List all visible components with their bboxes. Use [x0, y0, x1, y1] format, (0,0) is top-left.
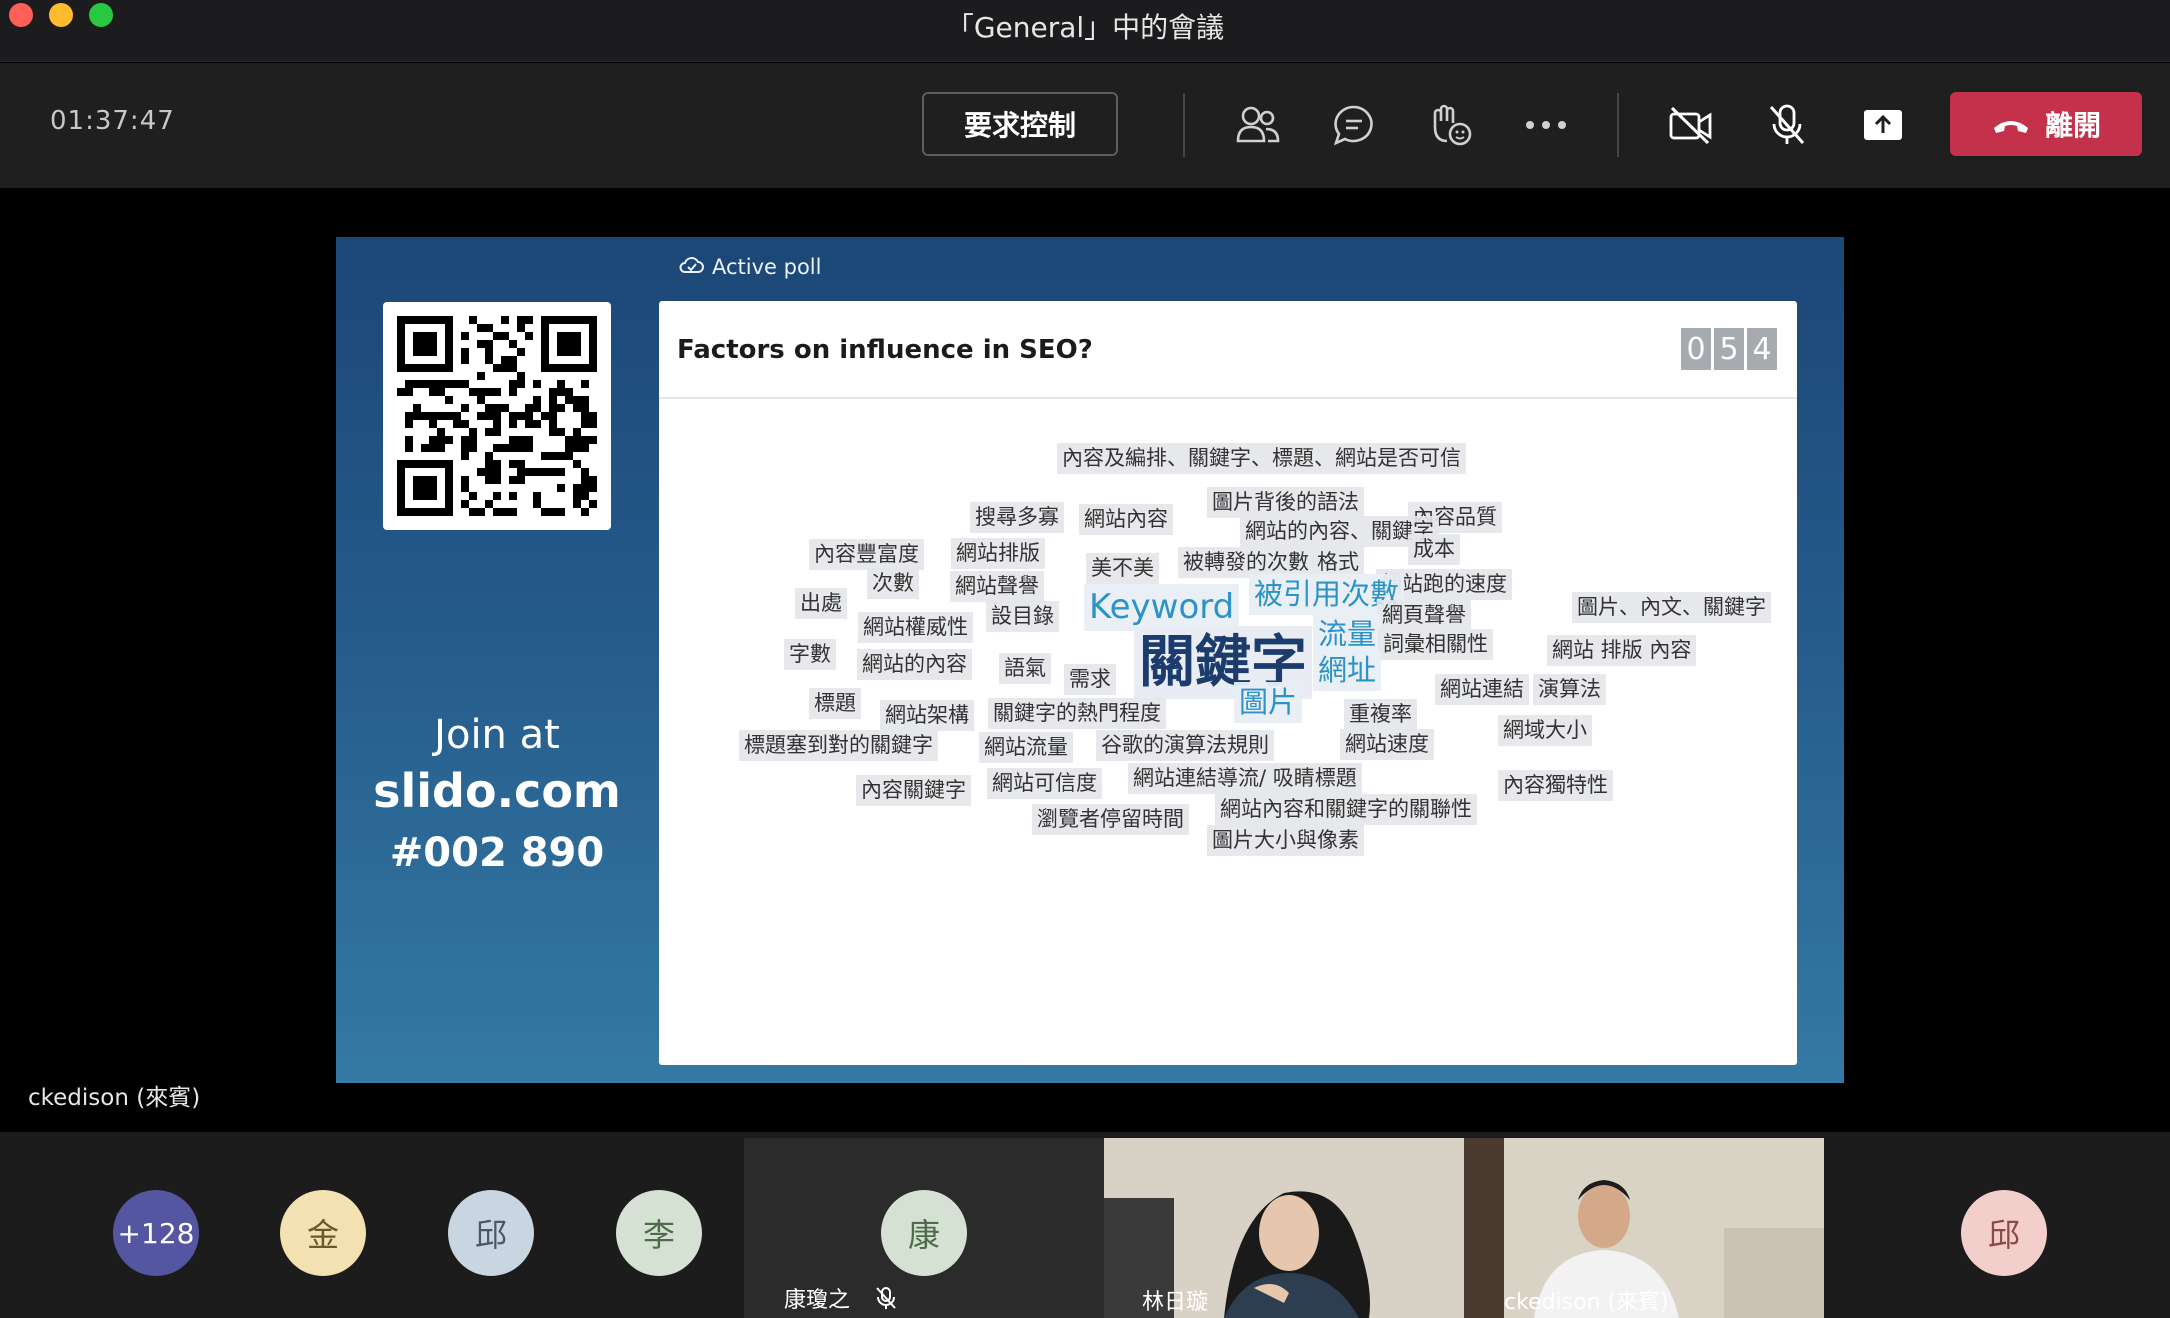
word-cloud-term: 詞彙相關性	[1378, 629, 1493, 661]
word-cloud-term: 圖片背後的語法	[1207, 487, 1364, 519]
camera-off-icon[interactable]	[1663, 97, 1719, 153]
word-cloud-term: 網站排版	[951, 538, 1045, 570]
participants-icon[interactable]	[1230, 97, 1286, 153]
join-url-text: slido.com	[373, 764, 621, 818]
word-cloud: 內容及編排、關鍵字、標題、網站是否可信 圖片背後的語法 搜尋多寡 網站內容 內容品質 網站…	[659, 301, 1797, 1065]
word-cloud-term: 內容及編排、關鍵字、標題、網站是否可信	[1057, 443, 1466, 475]
word-cloud-term: 網站連結導流/ 吸睛標題	[1128, 763, 1362, 795]
word-cloud-term: 網站聲譽	[950, 571, 1044, 603]
leave-meeting-button[interactable]: 離開	[1950, 92, 2142, 156]
word-cloud-term: 出處	[795, 588, 847, 620]
chat-icon[interactable]	[1326, 97, 1382, 153]
word-cloud-term: 圖片	[1234, 682, 1303, 723]
toolbar-divider	[1617, 93, 1619, 157]
word-cloud-term: 標題	[809, 688, 861, 720]
word-cloud-term: Keyword	[1084, 584, 1240, 631]
word-cloud-term: 網站權威性	[858, 612, 973, 644]
participant-name-label: ckedison (來賓)	[1504, 1290, 1669, 1315]
active-poll-indicator: Active poll	[678, 255, 821, 279]
word-cloud-term: 網頁聲譽	[1377, 600, 1471, 632]
word-cloud-term: 需求	[1064, 664, 1116, 696]
word-cloud-term: 流量	[1313, 614, 1382, 655]
event-code-text: #002 890	[389, 830, 605, 876]
word-cloud-term: 圖片大小與像素	[1207, 825, 1364, 857]
word-cloud-term: 關鍵字的熱門程度	[988, 698, 1166, 730]
cloud-icon	[678, 255, 704, 279]
participant-avatar[interactable]: 金	[280, 1190, 366, 1276]
muted-mic-icon	[875, 1286, 897, 1316]
word-cloud-term: 設目錄	[986, 601, 1059, 633]
share-screen-icon[interactable]	[1855, 97, 1911, 153]
word-cloud-term: 網域大小	[1498, 715, 1592, 747]
participant-avatar[interactable]: 邱	[1961, 1190, 2047, 1276]
request-control-button[interactable]: 要求控制	[922, 92, 1118, 156]
teams-meeting-window: 「General」中的會議 01:37:47 要求控制 離開 Active po…	[0, 0, 2170, 1318]
word-cloud-term: 次數	[867, 568, 919, 600]
slido-slide: Active poll Join at slido.com #002 890 F…	[336, 237, 1844, 1083]
meeting-timer: 01:37:47	[50, 106, 175, 136]
word-cloud-term: 標題塞到對的關鍵字	[739, 730, 938, 762]
window-title: 「General」中的會議	[945, 11, 1225, 44]
participant-avatar[interactable]: 李	[616, 1190, 702, 1276]
word-cloud-term: 語氣	[999, 653, 1051, 685]
word-cloud-term: 內容豐富度	[809, 539, 924, 571]
word-cloud-term: 美不美	[1086, 553, 1159, 585]
word-cloud-term: 網站內容和關鍵字的關聯性	[1215, 794, 1477, 826]
word-cloud-term: 成本	[1408, 534, 1460, 566]
word-cloud-term: 網站速度	[1340, 729, 1434, 761]
participant-tile-kang[interactable]: 康 康瓊之	[744, 1138, 1104, 1318]
word-cloud-term: 搜尋多寡	[970, 502, 1064, 534]
word-cloud-term: 演算法	[1533, 674, 1606, 706]
participant-video-lin[interactable]: 林日璇	[1104, 1138, 1464, 1318]
join-instructions: Join at slido.com #002 890	[336, 712, 658, 876]
word-cloud-term: 網站的內容	[857, 649, 972, 681]
word-cloud-term: 網站流量	[979, 732, 1073, 764]
more-participants-badge[interactable]: +128	[113, 1190, 199, 1276]
participant-avatar[interactable]: 邱	[448, 1190, 534, 1276]
participant-strip: +128 金 邱 李 康 康瓊之 林日璇 ckedison (來賓) 邱	[0, 1132, 2170, 1318]
word-cloud-term: 網站內容	[1079, 504, 1173, 536]
word-cloud-term: 字數	[784, 639, 836, 671]
word-cloud-term: 網站架構	[880, 700, 974, 732]
word-cloud-term: 網站 排版 內容	[1547, 635, 1697, 667]
more-options-icon[interactable]	[1518, 97, 1574, 153]
reactions-raise-hand-icon[interactable]	[1422, 97, 1478, 153]
shared-content-stage: Active poll Join at slido.com #002 890 F…	[0, 188, 2170, 1132]
hang-up-icon	[1991, 108, 2031, 141]
meeting-toolbar: 01:37:47 要求控制 離開	[0, 63, 2170, 188]
participant-video-ckedison[interactable]: ckedison (來賓)	[1464, 1138, 1824, 1318]
toolbar-divider	[1183, 93, 1185, 157]
join-at-text: Join at	[434, 712, 560, 758]
word-cloud-term: 內容關鍵字	[856, 775, 971, 807]
participant-name-label: 林日璇	[1142, 1290, 1209, 1315]
word-cloud-term: 瀏覽者停留時間	[1032, 804, 1189, 836]
participant-name: 康瓊之	[784, 1288, 851, 1313]
qr-code	[383, 302, 611, 530]
word-cloud-term: 重複率	[1344, 699, 1417, 731]
participant-avatar: 康	[881, 1190, 967, 1276]
word-cloud-term: 內容獨特性	[1498, 770, 1613, 802]
title-bar: 「General」中的會議	[0, 0, 2170, 62]
microphone-off-icon[interactable]	[1759, 97, 1815, 153]
leave-label: 離開	[2044, 109, 2101, 142]
active-poll-label: Active poll	[712, 255, 822, 279]
presenter-name: ckedison (來賓)	[28, 1085, 201, 1111]
word-cloud-term: 網站連結	[1435, 674, 1529, 706]
participant-name-label: 康瓊之	[774, 1280, 907, 1318]
word-cloud-term: 網站可信度	[987, 768, 1102, 800]
word-cloud-term: 網址	[1313, 650, 1382, 691]
word-cloud-term: 谷歌的演算法規則	[1096, 730, 1274, 762]
word-cloud-term: 圖片、內文、關鍵字	[1572, 592, 1771, 624]
poll-results-card: Factors on influence in SEO? 0 5 4 內容及編排…	[659, 301, 1797, 1065]
